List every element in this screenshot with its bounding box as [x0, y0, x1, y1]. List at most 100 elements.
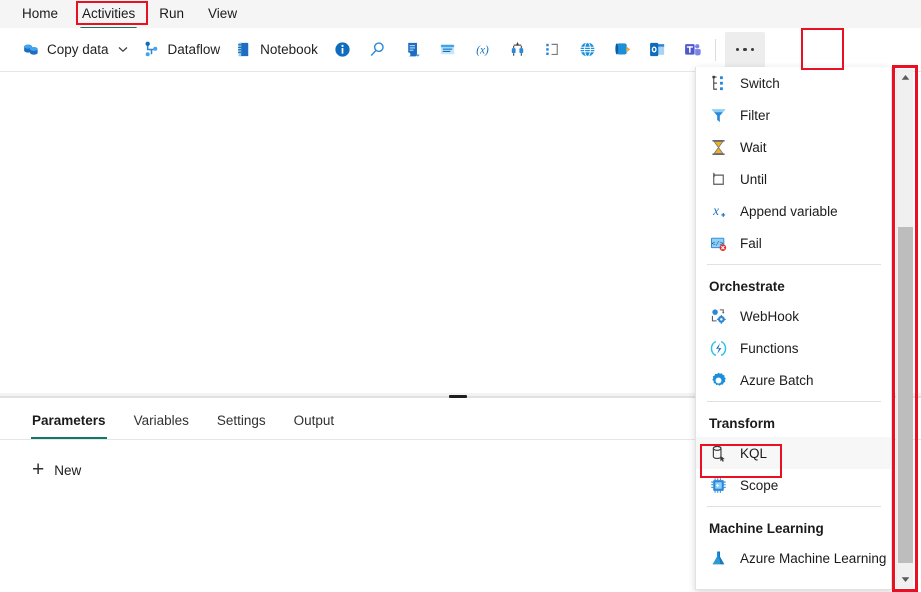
tab-settings-label: Settings	[217, 413, 266, 428]
menu-item-azure-machine-learning[interactable]: Azure Machine Learning	[696, 542, 891, 574]
toolbar-dataflow-label: Dataflow	[168, 42, 221, 57]
menu-item-azure-batch-label: Azure Batch	[740, 373, 814, 388]
dataflow-icon	[142, 40, 161, 59]
scrollbar-thumb[interactable]	[898, 227, 913, 563]
ribbon-tab-activities[interactable]: Activities	[70, 3, 147, 25]
tab-parameters-label: Parameters	[32, 413, 106, 428]
activities-toolbar: Copy data Dataflow	[0, 28, 921, 72]
web-icon	[578, 40, 597, 59]
toolbar-semantic-model-refresh-button[interactable]	[605, 34, 640, 66]
tab-variables-label: Variables	[134, 413, 189, 428]
info-icon	[333, 40, 352, 59]
menu-item-azure-batch[interactable]: Azure Batch	[696, 364, 891, 396]
menu-item-webhook[interactable]: WebHook	[696, 300, 891, 332]
new-parameter-button[interactable]: + New	[32, 462, 112, 478]
fail-icon: </>	[709, 234, 728, 253]
menu-item-functions[interactable]: Functions	[696, 332, 891, 364]
toolbar-teams-button[interactable]	[675, 34, 710, 66]
set-variable-icon: (x)	[473, 40, 492, 59]
if-condition-icon	[543, 40, 562, 59]
menu-item-filter[interactable]: Filter	[696, 99, 891, 131]
tab-output[interactable]: Output	[282, 412, 347, 439]
toolbar-info-button[interactable]	[325, 34, 360, 66]
menu-item-functions-label: Functions	[740, 341, 799, 356]
ribbon-tab-run[interactable]: Run	[147, 3, 196, 25]
toolbar-notebook-label: Notebook	[260, 42, 318, 57]
menu-item-kql-label: KQL	[740, 446, 767, 461]
azure-functions-icon	[709, 339, 728, 358]
ribbon-tab-strip: Home Activities Run View	[0, 0, 921, 28]
foreach-icon	[508, 40, 527, 59]
more-activities-button[interactable]	[725, 32, 765, 68]
menu-item-scope[interactable]: Scope	[696, 469, 891, 501]
tab-parameters[interactable]: Parameters	[20, 412, 118, 439]
toolbar-script-button[interactable]	[395, 34, 430, 66]
active-pane-tab-underline	[31, 437, 107, 440]
menu-divider-3	[707, 506, 881, 507]
semantic-model-refresh-icon	[613, 40, 632, 59]
scroll-down-arrow-icon[interactable]	[897, 571, 914, 588]
filter-icon	[709, 106, 728, 125]
menu-group-header-transform: Transform	[696, 407, 891, 437]
toolbar-copy-data-button[interactable]: Copy data	[14, 34, 135, 66]
kql-database-icon	[709, 444, 728, 463]
tab-output-label: Output	[294, 413, 335, 428]
wait-hourglass-icon	[709, 138, 728, 157]
svg-text:(x): (x)	[476, 44, 489, 56]
toolbar-divider	[715, 39, 716, 61]
lookup-search-icon	[368, 40, 387, 59]
tab-variables[interactable]: Variables	[122, 412, 201, 439]
chevron-down-icon[interactable]	[118, 45, 128, 55]
menu-item-fail[interactable]: </> Fail	[696, 227, 891, 259]
ribbon-tab-home[interactable]: Home	[10, 3, 70, 25]
menu-group-header-machine-learning: Machine Learning	[696, 512, 891, 542]
stored-procedure-icon	[438, 40, 457, 59]
menu-item-filter-label: Filter	[740, 108, 770, 123]
menu-item-webhook-label: WebHook	[740, 309, 799, 324]
menu-item-append-variable[interactable]: x Append variable	[696, 195, 891, 227]
menu-item-azure-machine-learning-label: Azure Machine Learning	[740, 551, 886, 566]
menu-item-switch[interactable]: Switch	[696, 67, 891, 99]
menu-item-until[interactable]: Until	[696, 163, 891, 195]
menu-item-switch-label: Switch	[740, 76, 780, 91]
new-parameter-label: New	[54, 463, 81, 478]
tab-settings[interactable]: Settings	[205, 412, 278, 439]
toolbar-foreach-button[interactable]	[500, 34, 535, 66]
teams-icon	[683, 40, 702, 59]
toolbar-set-variable-button[interactable]: (x)	[465, 34, 500, 66]
switch-icon	[709, 74, 728, 93]
toolbar-dataflow-button[interactable]: Dataflow	[135, 34, 228, 66]
outlook-icon	[648, 40, 667, 59]
menu-item-wait[interactable]: Wait	[696, 131, 891, 163]
scope-chip-icon	[709, 476, 728, 495]
toolbar-outlook-button[interactable]	[640, 34, 675, 66]
ribbon-tab-home-label: Home	[22, 6, 58, 21]
menu-group-header-orchestrate: Orchestrate	[696, 270, 891, 300]
menu-item-append-variable-label: Append variable	[740, 204, 838, 219]
toolbar-copy-data-label: Copy data	[47, 42, 109, 57]
menu-divider-1	[707, 264, 881, 265]
toolbar-notebook-button[interactable]: Notebook	[227, 34, 325, 66]
toolbar-lookup-button[interactable]	[360, 34, 395, 66]
ribbon-tab-run-label: Run	[159, 6, 184, 21]
toolbar-web-button[interactable]	[570, 34, 605, 66]
svg-text:x: x	[712, 202, 719, 217]
more-activities-flyout: Switch Filter Wait	[695, 67, 892, 590]
scroll-up-arrow-icon[interactable]	[897, 69, 914, 86]
menu-item-until-label: Until	[740, 172, 767, 187]
copy-data-icon	[21, 40, 40, 59]
toolbar-stored-procedure-button[interactable]	[430, 34, 465, 66]
ribbon-tab-activities-label: Activities	[82, 6, 135, 21]
toolbar-if-condition-button[interactable]	[535, 34, 570, 66]
menu-divider-2	[707, 401, 881, 402]
until-loop-icon	[709, 170, 728, 189]
webhook-icon	[709, 307, 728, 326]
notebook-icon	[234, 40, 253, 59]
flyout-scrollbar[interactable]	[896, 69, 913, 588]
azure-batch-gear-icon	[709, 371, 728, 390]
script-icon	[403, 40, 422, 59]
plus-icon: +	[32, 462, 44, 478]
menu-item-kql[interactable]: KQL	[696, 437, 891, 469]
ribbon-tab-view[interactable]: View	[196, 3, 249, 25]
menu-item-scope-label: Scope	[740, 478, 778, 493]
